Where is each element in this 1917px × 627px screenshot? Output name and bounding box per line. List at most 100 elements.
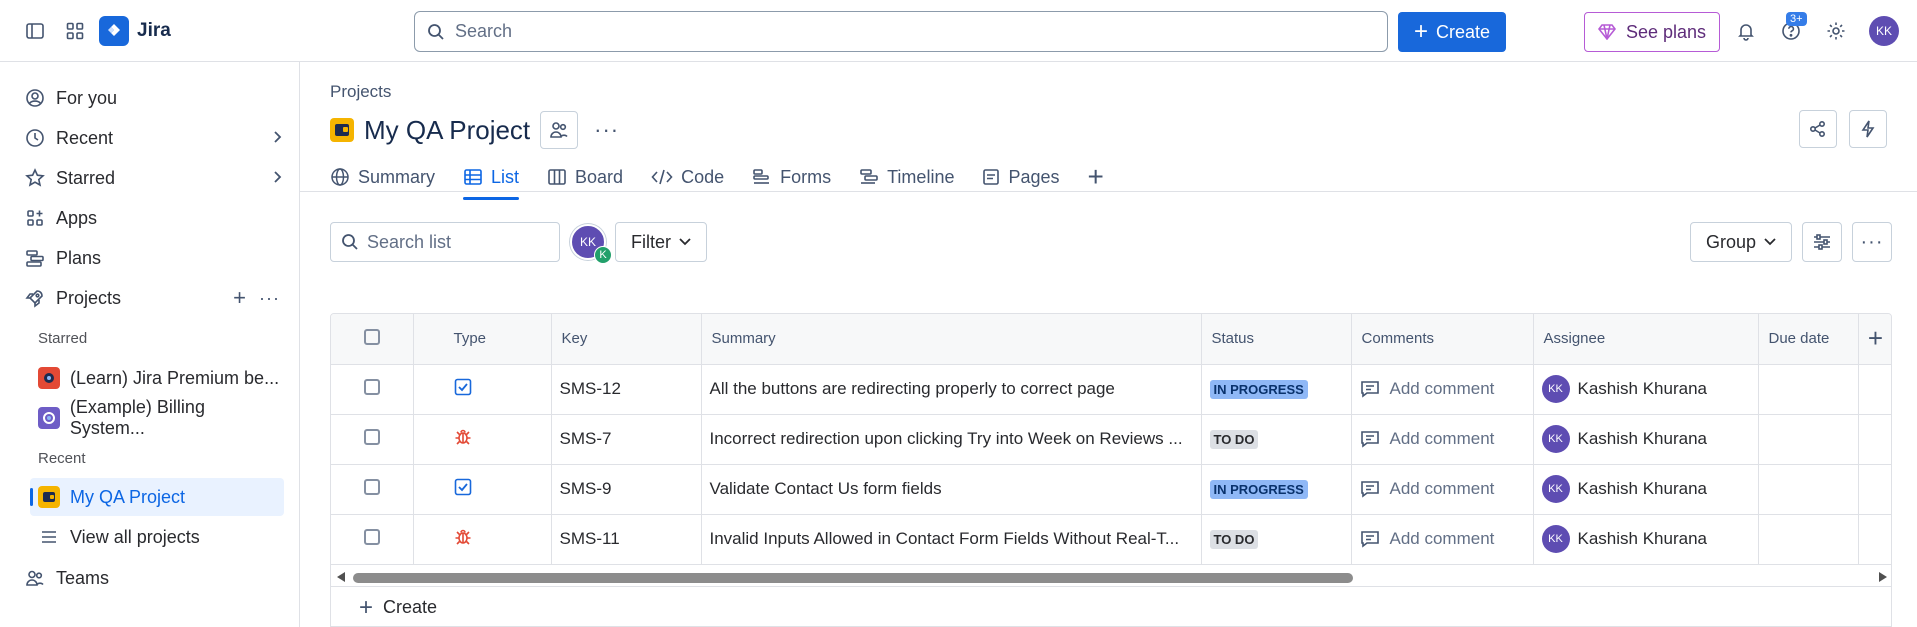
- sidebar-item-label: Recent: [56, 127, 114, 148]
- task-checkbox-icon: [454, 478, 471, 495]
- settings-gear-icon[interactable]: [1816, 11, 1856, 51]
- issue-key[interactable]: SMS-9: [551, 464, 702, 515]
- group-button[interactable]: Group: [1690, 222, 1792, 262]
- issue-key[interactable]: SMS-11: [551, 514, 702, 565]
- sidebar-item-label: Plans: [56, 247, 102, 268]
- sidebar-item-plans[interactable]: Plans: [24, 242, 284, 274]
- column-header-type[interactable]: Type: [413, 314, 552, 365]
- global-search-field[interactable]: [414, 11, 1388, 52]
- share-icon[interactable]: [1799, 110, 1837, 148]
- row-checkbox[interactable]: [363, 478, 380, 495]
- create-button[interactable]: + Create: [1398, 12, 1506, 52]
- sidebar-item-label: Projects: [56, 287, 122, 308]
- add-project-plus-icon[interactable]: +: [233, 285, 246, 311]
- scrollbar-thumb[interactable]: [353, 573, 1353, 583]
- chevron-down-icon: [1764, 238, 1776, 246]
- row-checkbox[interactable]: [363, 528, 380, 545]
- sidebar-item-teams[interactable]: Teams: [24, 562, 284, 594]
- issue-summary[interactable]: Invalid Inputs Allowed in Contact Form F…: [701, 514, 1202, 565]
- team-people-icon[interactable]: [540, 111, 579, 149]
- assignee-cell[interactable]: KK Kashish Khurana: [1541, 425, 1758, 453]
- starred-project-item[interactable]: (Example) Billing System...: [30, 397, 284, 438]
- status-badge[interactable]: TO DO: [1209, 530, 1259, 549]
- scroll-right-arrow-icon[interactable]: [1879, 572, 1887, 582]
- sidebar-item-label: Teams: [56, 567, 110, 588]
- filter-button[interactable]: Filter: [615, 222, 707, 262]
- tab-label: Timeline: [887, 166, 955, 187]
- issue-summary[interactable]: All the buttons are redirecting properly…: [701, 364, 1202, 415]
- table-row[interactable]: SMS-7 Incorrect redirection upon clickin…: [331, 414, 1891, 465]
- add-comment-button[interactable]: Add comment: [1360, 379, 1533, 399]
- scroll-left-arrow-icon[interactable]: [337, 572, 345, 582]
- column-header-summary[interactable]: Summary: [701, 314, 1202, 365]
- assignee-cell[interactable]: KK Kashish Khurana: [1541, 525, 1758, 553]
- row-checkbox[interactable]: [363, 378, 380, 395]
- column-header-due-date[interactable]: Due date: [1758, 314, 1859, 365]
- table-row[interactable]: SMS-9 Validate Contact Us form fields IN…: [331, 464, 1891, 515]
- issues-table-container: Type Key Summary Status Comments Assigne…: [330, 313, 1892, 627]
- global-search-input[interactable]: [455, 21, 1355, 42]
- due-date-cell[interactable]: [1758, 514, 1859, 565]
- projects-more-icon[interactable]: ···: [259, 288, 280, 309]
- sidebar-toggle-icon[interactable]: [15, 11, 55, 51]
- due-date-cell[interactable]: [1758, 414, 1859, 465]
- assignee-cell[interactable]: KK Kashish Khurana: [1541, 375, 1758, 403]
- column-header-status[interactable]: Status: [1201, 314, 1352, 365]
- sidebar-item-apps[interactable]: Apps: [24, 202, 284, 234]
- sidebar-item-for-you[interactable]: For you: [24, 82, 284, 114]
- jira-logo-icon[interactable]: [99, 15, 129, 46]
- project-more-actions-icon[interactable]: ···: [594, 117, 619, 143]
- list-more-actions-icon[interactable]: ···: [1852, 222, 1892, 262]
- view-all-projects-link[interactable]: View all projects: [30, 518, 284, 556]
- issue-summary[interactable]: Validate Contact Us form fields: [701, 464, 1202, 515]
- status-badge[interactable]: TO DO: [1209, 430, 1259, 449]
- notifications-bell-icon[interactable]: [1726, 11, 1766, 51]
- empty-cell: [1858, 414, 1891, 465]
- status-badge[interactable]: IN PROGRESS: [1209, 480, 1308, 499]
- starred-project-item[interactable]: (Learn) Jira Premium be...: [30, 359, 284, 397]
- chevron-right-icon[interactable]: [270, 128, 284, 149]
- app-name[interactable]: Jira: [137, 20, 171, 42]
- sidebar-item-projects[interactable]: Projects + ···: [24, 282, 284, 314]
- column-header-assignee[interactable]: Assignee: [1533, 314, 1759, 365]
- see-plans-label: See plans: [1625, 21, 1707, 42]
- add-comment-button[interactable]: Add comment: [1360, 479, 1533, 499]
- search-list-input[interactable]: [367, 231, 547, 253]
- add-comment-button[interactable]: Add comment: [1360, 429, 1533, 449]
- column-header-key[interactable]: Key: [551, 314, 702, 365]
- automation-lightning-icon[interactable]: [1849, 110, 1887, 148]
- table-row[interactable]: SMS-11 Invalid Inputs Allowed in Contact…: [331, 514, 1891, 565]
- issue-key[interactable]: SMS-12: [551, 364, 702, 415]
- issue-key[interactable]: SMS-7: [551, 414, 702, 465]
- select-all-checkbox[interactable]: [363, 328, 380, 345]
- breadcrumb[interactable]: Projects: [330, 82, 391, 102]
- search-list-field[interactable]: [330, 222, 560, 262]
- view-settings-sliders-icon[interactable]: [1802, 222, 1842, 262]
- issue-summary[interactable]: Incorrect redirection upon clicking Try …: [701, 414, 1202, 465]
- user-avatar[interactable]: KK: [1869, 16, 1899, 46]
- due-date-cell[interactable]: [1758, 464, 1859, 515]
- due-date-cell[interactable]: [1758, 364, 1859, 415]
- horizontal-scrollbar[interactable]: [331, 569, 1891, 585]
- select-all-checkbox-cell[interactable]: [331, 314, 414, 365]
- sidebar-item-recent[interactable]: Recent: [24, 122, 284, 154]
- assignee-name: Kashish Khurana: [1577, 479, 1707, 498]
- row-checkbox[interactable]: [363, 428, 380, 445]
- chevron-right-icon[interactable]: [270, 168, 284, 189]
- add-comment-button[interactable]: Add comment: [1360, 529, 1533, 549]
- add-comment-label: Add comment: [1389, 379, 1495, 398]
- sidebar-item-starred[interactable]: Starred: [24, 162, 284, 194]
- app-switcher-icon[interactable]: [55, 11, 95, 51]
- status-badge[interactable]: IN PROGRESS: [1209, 380, 1308, 399]
- table-row[interactable]: SMS-12 All the buttons are redirecting p…: [331, 364, 1891, 415]
- view-all-projects-label: View all projects: [70, 526, 200, 547]
- create-issue-row[interactable]: + Create: [331, 586, 1891, 626]
- assignee-name: Kashish Khurana: [1577, 429, 1707, 448]
- issues-table: Type Key Summary Status Comments Assigne…: [331, 314, 1891, 565]
- recent-project-my-qa-project[interactable]: My QA Project: [30, 478, 284, 516]
- column-header-comments[interactable]: Comments: [1351, 314, 1534, 365]
- see-plans-button[interactable]: See plans: [1584, 12, 1720, 52]
- add-comment-label: Add comment: [1389, 479, 1495, 498]
- assignee-cell[interactable]: KK Kashish Khurana: [1541, 475, 1758, 503]
- add-column-plus-icon[interactable]: +: [1858, 314, 1891, 365]
